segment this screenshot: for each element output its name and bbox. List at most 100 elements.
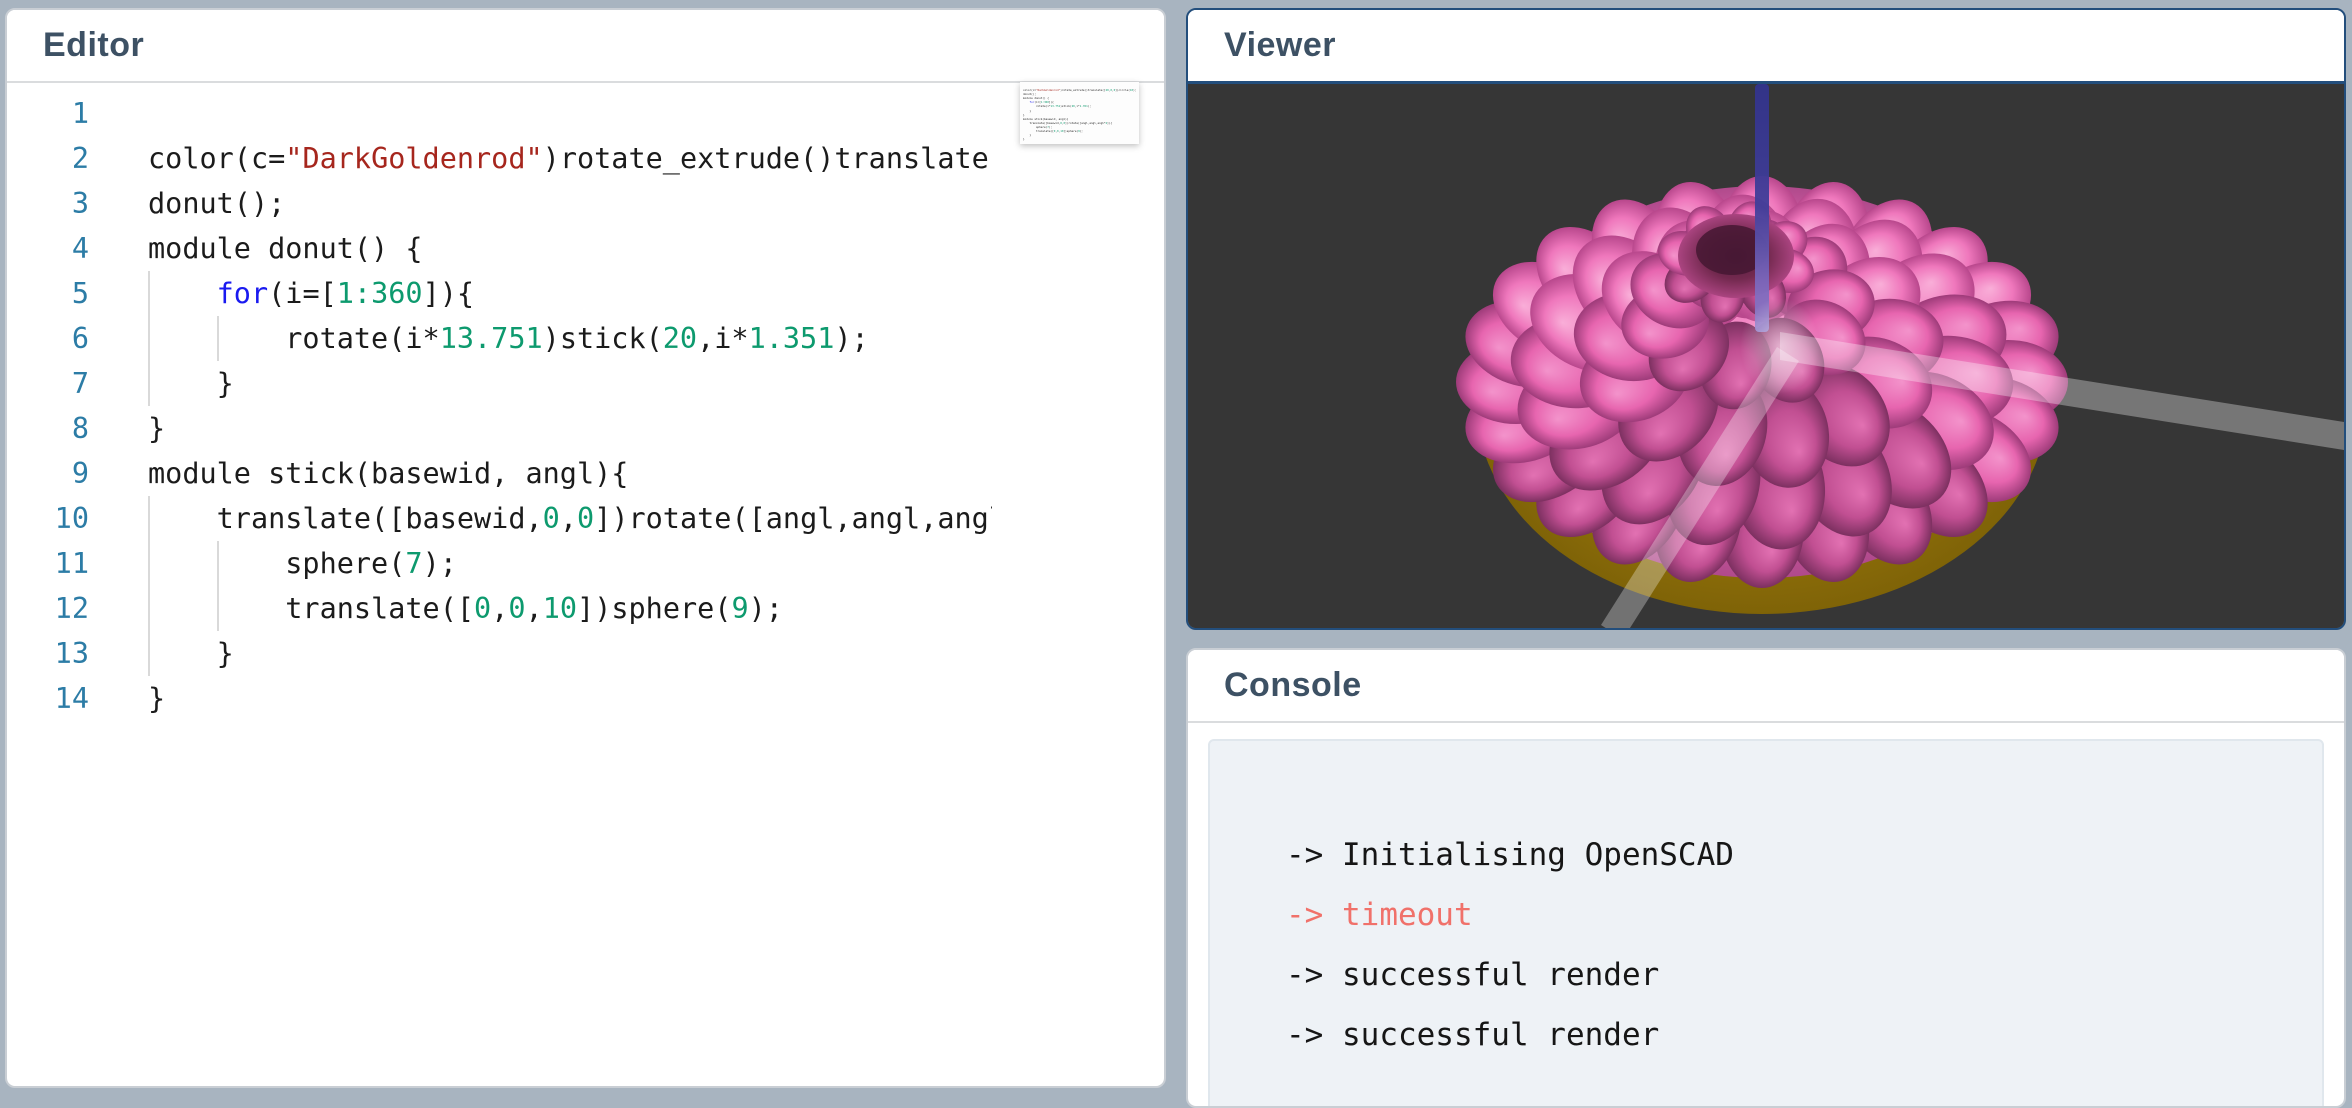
code-token: 9 <box>731 592 748 625</box>
indent-guide <box>148 496 150 541</box>
viewer-3d-scene <box>1188 84 2344 628</box>
code-token: 1.351 <box>749 322 835 355</box>
code-text: } <box>89 361 234 406</box>
code-token: 0 <box>474 592 491 625</box>
code-token: , <box>560 502 577 535</box>
line-number: 5 <box>7 271 89 316</box>
code-text: } <box>89 676 165 721</box>
console-header: Console <box>1188 650 2344 723</box>
code-token: )rotate_extrude()translate([ <box>1060 88 1105 92</box>
viewer-3d-canvas[interactable] <box>1188 84 2344 628</box>
console-title: Console <box>1224 666 1362 705</box>
code-token: ])sphere( <box>577 592 731 625</box>
indent-guide <box>217 586 219 631</box>
indent-guide <box>148 361 150 406</box>
code-token: ]){ <box>1107 121 1112 125</box>
line-number: 8 <box>7 406 89 451</box>
code-token: } <box>148 412 165 445</box>
editor-header: Editor <box>7 10 1164 83</box>
line-number: 2 <box>7 136 89 181</box>
code-line[interactable]: 12 translate([0,0,10])sphere(9); <box>7 586 992 631</box>
code-text <box>89 91 148 136</box>
code-token: } <box>148 637 234 670</box>
console-message: -> Initialising OpenSCAD <box>1286 825 2322 885</box>
editor-panel: Editor 12color(c="DarkGoldenrod")rotate_… <box>5 8 1166 1088</box>
code-token: 1:360 <box>337 277 423 310</box>
code-token: (i=[ <box>268 277 337 310</box>
code-text: for(i=[1:360]){ <box>89 271 474 316</box>
code-token: translate([basewid, <box>148 502 543 535</box>
code-text: } <box>89 406 165 451</box>
line-number: 14 <box>7 676 89 721</box>
code-line[interactable]: 2color(c="DarkGoldenrod")rotate_extrude(… <box>7 136 992 181</box>
console-message: -> successful render <box>1286 1005 2322 1065</box>
indent-guide <box>148 271 150 316</box>
code-text: module stick(basewid, angl){ <box>89 451 628 496</box>
code-token: ]){ <box>423 277 474 310</box>
code-token: 13.751 <box>1051 104 1061 108</box>
code-line[interactable]: 3donut(); <box>7 181 992 226</box>
viewer-panel: Viewer <box>1186 8 2346 630</box>
code-token: "DarkGoldenrod" <box>285 142 542 175</box>
code-text: module donut() { <box>89 226 423 271</box>
code-token: for <box>217 277 268 310</box>
code-token: ,i* <box>697 322 748 355</box>
code-line[interactable]: 1 <box>7 91 992 136</box>
code-token: 1.351 <box>1080 104 1088 108</box>
code-text: color(c="DarkGoldenrod")rotate_extrude()… <box>89 136 992 181</box>
code-token: module donut() { <box>148 232 423 265</box>
indent-guide <box>217 541 219 586</box>
console-panel: Console -> Initialising OpenSCAD-> timeo… <box>1186 648 2346 1108</box>
code-line[interactable]: 13 } <box>7 631 992 676</box>
code-line[interactable]: 9 module stick(basewid, angl){ <box>7 451 992 496</box>
editor-title: Editor <box>43 26 144 65</box>
line-number: 3 <box>7 181 89 226</box>
code-text: translate([basewid,0,0])rotate([angl,ang… <box>89 496 992 541</box>
code-text: donut(); <box>89 181 285 226</box>
code-line[interactable]: 8} <box>7 406 992 451</box>
code-token: ); <box>423 547 457 580</box>
code-token: sphere( <box>148 547 405 580</box>
code-token: , <box>491 592 508 625</box>
line-number: 13 <box>7 631 89 676</box>
line-number: 9 <box>7 451 89 496</box>
code-token: )stick( <box>1060 104 1071 108</box>
code-token: module stick(basewid, angl){ <box>148 457 628 490</box>
code-token: color(c= <box>148 142 285 175</box>
indent-guide <box>148 316 150 361</box>
minimap-line: } <box>1023 137 1139 141</box>
code-token: 20 <box>663 322 697 355</box>
code-line[interactable]: 5 for(i=[1:360]){ <box>7 271 992 316</box>
line-number: 7 <box>7 361 89 406</box>
code-line[interactable]: 11 sphere(7); <box>7 541 992 586</box>
code-token: rotate(i* <box>148 322 440 355</box>
code-token: , <box>526 592 543 625</box>
code-line[interactable]: 7 } <box>7 361 992 406</box>
indent-guide <box>148 541 150 586</box>
code-text: } <box>89 631 234 676</box>
code-line[interactable]: 10 translate([basewid,0,0])rotate([angl,… <box>7 496 992 541</box>
code-token: ])sphere( <box>1064 129 1079 133</box>
indent-guide <box>148 631 150 676</box>
editor-minimap[interactable]: color(c="DarkGoldenrod")rotate_extrude()… <box>1020 82 1139 144</box>
code-token: ); <box>1133 88 1136 92</box>
code-token: "DarkGoldenrod" <box>1036 88 1060 92</box>
code-token: ); <box>749 592 783 625</box>
code-line[interactable]: 6 rotate(i*13.751)stick(20,i*1.351); <box>7 316 992 361</box>
console-output[interactable]: -> Initialising OpenSCAD-> timeout-> suc… <box>1208 739 2324 1108</box>
viewer-header: Viewer <box>1188 10 2344 84</box>
code-editor[interactable]: 12color(c="DarkGoldenrod")rotate_extrude… <box>7 83 1164 721</box>
line-number: 11 <box>7 541 89 586</box>
code-token: } <box>148 367 234 400</box>
code-line[interactable]: 14} <box>7 676 992 721</box>
code-token: translate([ <box>148 592 474 625</box>
viewer-title: Viewer <box>1224 26 1336 65</box>
code-line[interactable]: 4module donut() { <box>7 226 992 271</box>
line-number: 6 <box>7 316 89 361</box>
code-token: ); <box>1080 129 1083 133</box>
code-token: } <box>1023 137 1025 141</box>
code-token: 0 <box>577 502 594 535</box>
code-text: sphere(7); <box>89 541 457 586</box>
code-token: ); <box>1088 104 1091 108</box>
code-token: ])circle( <box>1115 88 1130 92</box>
